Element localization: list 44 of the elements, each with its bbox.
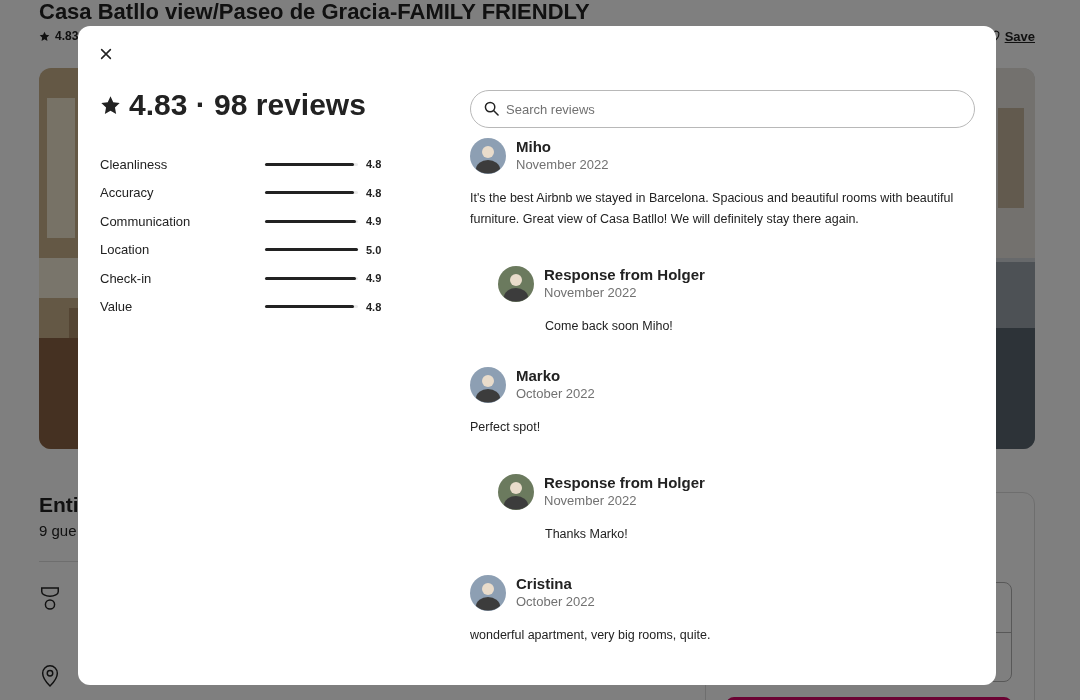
listing-title: Casa Batllo view/Paseo de Gracia-FAMILY FRIENDLY [39, 0, 591, 24]
listing-heading: Enti [39, 492, 79, 518]
reviewer-name: Response from Holger [544, 266, 705, 284]
search-icon [484, 101, 499, 116]
category-label: Value [100, 299, 134, 315]
category-label: Cleanliness [100, 156, 169, 172]
category-score: 4.8 [366, 300, 382, 313]
avatar-icon[interactable] [498, 474, 534, 510]
guests-text: 9 gue [39, 522, 77, 539]
reviewer-name: Response from Holger [544, 474, 705, 492]
avatar-icon[interactable] [470, 575, 506, 611]
review-date: October 2022 [516, 593, 595, 611]
review-text: Thanks Marko! [545, 526, 629, 543]
reviewer-name: Marko [516, 367, 562, 385]
review-text: Come back soon Miho! [545, 318, 674, 335]
reviewer-name: Cristina [516, 575, 573, 593]
reviewer-name: Miho [516, 138, 552, 156]
review-text: It's the best Airbnb we stayed in Barcelona. Spacious and beautiful rooms with beautiful furniture. Great view of Casa Batllo! We will definitely stay there again. [470, 190, 955, 228]
review-date: November 2022 [544, 492, 638, 510]
avatar-icon[interactable] [498, 266, 534, 302]
search-field[interactable]: Search reviews [470, 90, 975, 128]
rating-text: 4.83 [55, 29, 79, 43]
save-link[interactable]: Save [1004, 28, 1035, 44]
category-label: Accuracy [100, 185, 155, 201]
star-icon [100, 94, 121, 116]
review-date: November 2022 [516, 156, 609, 174]
category-score: 5.0 [366, 243, 382, 256]
avatar-icon[interactable] [470, 138, 506, 174]
category-label: Communication [100, 213, 192, 229]
avatar-icon[interactable] [470, 367, 506, 403]
review-date: November 2022 [544, 284, 638, 302]
category-label: Location [100, 242, 151, 258]
review-date: October 2022 [516, 385, 595, 403]
category-score: 4.9 [366, 272, 382, 285]
category-score: 4.8 [366, 158, 382, 171]
category-label: Check-in [100, 270, 153, 286]
review-text: Perfect spot! [470, 419, 542, 436]
category-score: 4.9 [366, 215, 382, 228]
location-pin-icon [39, 662, 61, 688]
review-text: wonderful apartment, very big rooms, quite. [470, 627, 712, 644]
reviews-title: 4.83 · 98 reviews [129, 87, 366, 123]
close-icon [99, 47, 113, 61]
category-score: 4.8 [366, 186, 382, 199]
star-icon [39, 30, 50, 42]
